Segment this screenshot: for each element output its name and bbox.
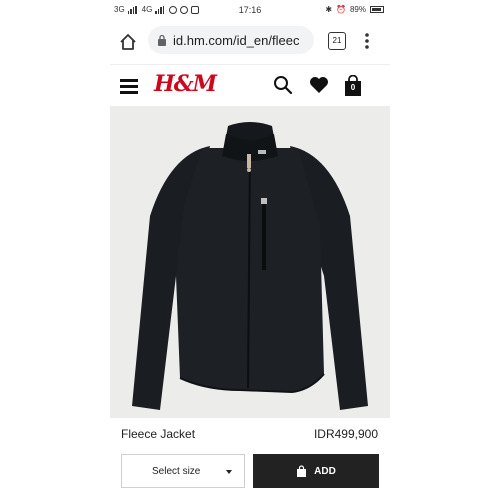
fleece-jacket-image bbox=[132, 122, 368, 410]
hm-logo[interactable]: H&M bbox=[154, 71, 217, 97]
status-right: ✱ ⏰ 89% bbox=[325, 5, 384, 14]
heart-icon[interactable] bbox=[309, 76, 329, 94]
status-bar: 3G 4G 17:16 ✱ ⏰ 89% bbox=[110, 0, 390, 20]
size-select[interactable]: Select size bbox=[121, 454, 245, 488]
product-image[interactable] bbox=[110, 106, 390, 418]
site-header: H&M 0 bbox=[110, 64, 390, 107]
url-text: id.hm.com/id_en/fleec bbox=[173, 32, 300, 48]
battery-icon bbox=[370, 6, 384, 13]
home-icon[interactable] bbox=[118, 32, 138, 52]
product-name: Fleece Jacket bbox=[121, 427, 196, 441]
battery-percent: 89% bbox=[349, 5, 366, 14]
shopping-bag-button[interactable]: 0 bbox=[343, 75, 363, 97]
tabs-icon[interactable]: 21 bbox=[328, 32, 346, 50]
search-icon[interactable] bbox=[273, 75, 293, 95]
caret-down-icon bbox=[226, 470, 232, 474]
add-to-bag-button[interactable]: ADD bbox=[253, 454, 379, 488]
product-price: IDR499,900 bbox=[313, 427, 378, 441]
url-field[interactable]: id.hm.com/id_en/fleec bbox=[148, 26, 314, 54]
menu-icon[interactable] bbox=[120, 79, 138, 94]
more-vert-icon[interactable] bbox=[364, 32, 370, 50]
phone-screen: 3G 4G 17:16 ✱ ⏰ 89% id.hm.com/id_en/flee… bbox=[110, 0, 390, 500]
bluetooth-icon: ✱ bbox=[325, 5, 333, 14]
browser-toolbar: id.hm.com/id_en/fleec 21 bbox=[110, 22, 390, 60]
bag-icon-small bbox=[297, 465, 307, 477]
add-button-label: ADD bbox=[314, 465, 336, 477]
bag-count: 0 bbox=[350, 83, 356, 92]
lock-icon bbox=[158, 34, 166, 46]
size-select-label: Select size bbox=[152, 465, 201, 477]
alarm-icon: ⏰ bbox=[336, 5, 346, 14]
